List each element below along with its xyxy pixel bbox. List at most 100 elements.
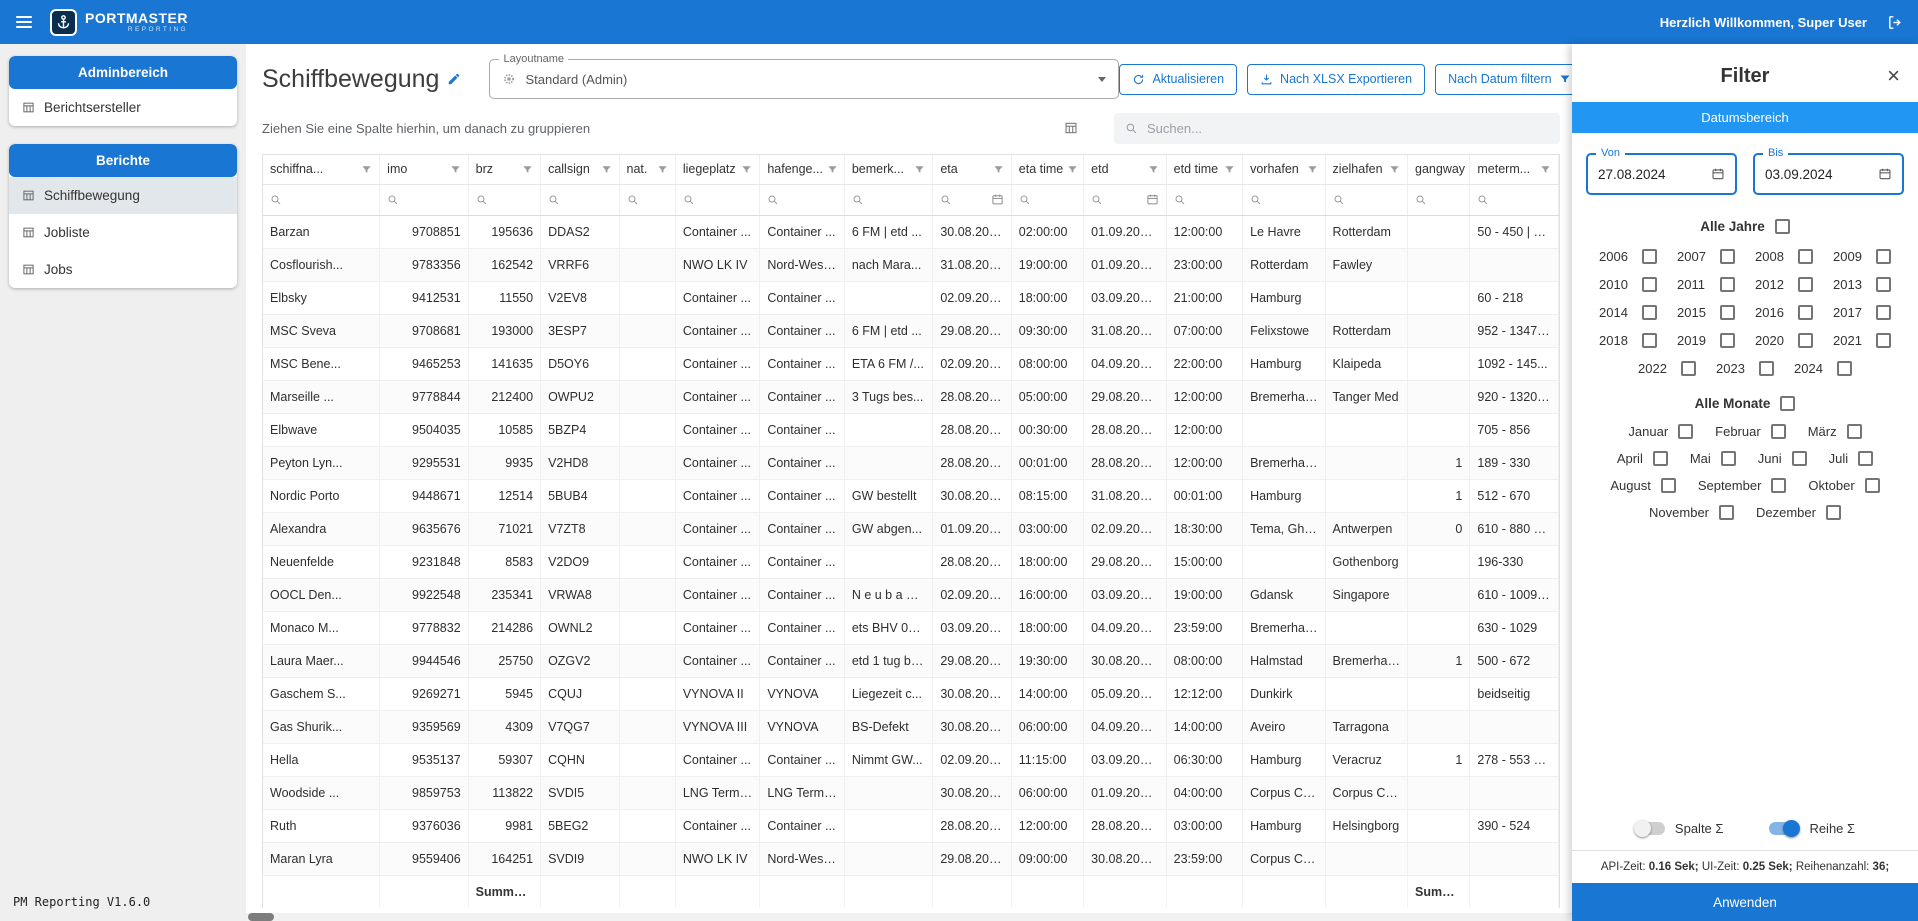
checkbox[interactable] — [1792, 451, 1807, 466]
table-row[interactable]: Marseille ...9778844212400OWPU2Container… — [263, 380, 1559, 413]
refresh-button[interactable]: Aktualisieren — [1119, 64, 1237, 95]
year-checkbox-2010[interactable]: 2010 — [1599, 277, 1657, 292]
checkbox[interactable] — [1771, 478, 1786, 493]
month-checkbox-april[interactable]: April — [1617, 451, 1668, 466]
checkbox[interactable] — [1642, 249, 1657, 264]
checkbox[interactable] — [1720, 249, 1735, 264]
search-icon[interactable] — [1091, 194, 1103, 206]
checkbox[interactable] — [1642, 333, 1657, 348]
month-checkbox-oktober[interactable]: Oktober — [1808, 478, 1879, 493]
scrollbar-thumb[interactable] — [248, 913, 274, 921]
column-header-imo[interactable]: imo — [380, 155, 469, 184]
month-checkbox-november[interactable]: November — [1649, 505, 1734, 520]
search-icon[interactable] — [683, 194, 695, 206]
year-checkbox-2011[interactable]: 2011 — [1677, 277, 1735, 292]
search-icon[interactable] — [1174, 194, 1186, 206]
table-row[interactable]: Barzan9708851195636DDAS2Container ...Con… — [263, 215, 1559, 248]
year-checkbox-2007[interactable]: 2007 — [1677, 249, 1735, 264]
year-checkbox-2008[interactable]: 2008 — [1755, 249, 1813, 264]
column-search-brz[interactable] — [468, 184, 540, 215]
column-header-eta[interactable]: eta — [933, 155, 1011, 184]
column-header-brz[interactable]: brz — [468, 155, 540, 184]
search-icon[interactable] — [1333, 194, 1345, 206]
table-row[interactable]: Cosflourish...9783356162542VRRF6NWO LK I… — [263, 248, 1559, 281]
column-filter-icon[interactable] — [1224, 164, 1235, 175]
table-row[interactable]: Hella953513759307CQHNContainer ...Contai… — [263, 743, 1559, 776]
apply-button[interactable]: Anwenden — [1572, 883, 1918, 921]
search-icon[interactable] — [627, 194, 639, 206]
column-filter-icon[interactable] — [1540, 164, 1551, 175]
search-icon[interactable] — [548, 194, 560, 206]
column-filter-icon[interactable] — [993, 164, 1004, 175]
year-checkbox-2012[interactable]: 2012 — [1755, 277, 1813, 292]
month-checkbox-februar[interactable]: Februar — [1715, 424, 1786, 439]
column-header-etd_time[interactable]: etd time — [1166, 155, 1242, 184]
checkbox[interactable] — [1876, 277, 1891, 292]
column-header-gangway[interactable]: gangway — [1408, 155, 1470, 184]
search-icon[interactable] — [476, 194, 488, 206]
checkbox[interactable] — [1642, 277, 1657, 292]
column-chooser-icon[interactable] — [1064, 121, 1078, 135]
search-icon[interactable] — [1250, 194, 1262, 206]
year-checkbox-2006[interactable]: 2006 — [1599, 249, 1657, 264]
close-icon[interactable]: × — [1887, 65, 1900, 87]
checkbox[interactable] — [1876, 305, 1891, 320]
table-row[interactable]: Laura Maer...994454625750OZGV2Container … — [263, 644, 1559, 677]
calendar-icon[interactable] — [1711, 167, 1725, 181]
column-filter-icon[interactable] — [914, 164, 925, 175]
table-row[interactable]: Monaco M...9778832214286OWNL2Container .… — [263, 611, 1559, 644]
column-search-imo[interactable] — [380, 184, 469, 215]
table-row[interactable]: Nordic Porto9448671125145BUB4Container .… — [263, 479, 1559, 512]
table-row[interactable]: Elbwave9504035105855BZP4Container ...Con… — [263, 413, 1559, 446]
table-row[interactable]: MSC Bene...9465253141635D5OY6Container .… — [263, 347, 1559, 380]
column-search-liegeplatz[interactable] — [675, 184, 759, 215]
month-checkbox-juli[interactable]: Juli — [1829, 451, 1874, 466]
all-months-checkbox[interactable]: Alle Monate — [1695, 396, 1796, 411]
month-checkbox-mai[interactable]: Mai — [1690, 451, 1736, 466]
checkbox[interactable] — [1798, 277, 1813, 292]
column-filter-icon[interactable] — [522, 164, 533, 175]
year-checkbox-2019[interactable]: 2019 — [1677, 333, 1735, 348]
checkbox[interactable] — [1720, 277, 1735, 292]
date-filter-button[interactable]: Nach Datum filtern — [1435, 64, 1584, 95]
year-checkbox-2015[interactable]: 2015 — [1677, 305, 1735, 320]
checkbox[interactable] — [1798, 333, 1813, 348]
checkbox[interactable] — [1681, 361, 1696, 376]
checkbox[interactable] — [1798, 249, 1813, 264]
checkbox[interactable] — [1876, 333, 1891, 348]
column-header-liegeplatz[interactable]: liegeplatz — [675, 155, 759, 184]
layout-select[interactable]: Layoutname Standard (Admin) — [489, 59, 1119, 99]
column-search-hafengebiet[interactable] — [760, 184, 844, 215]
column-search-etd_time[interactable] — [1166, 184, 1242, 215]
search-icon[interactable] — [270, 194, 282, 206]
checkbox[interactable] — [1876, 249, 1891, 264]
table-row[interactable]: Gaschem S...92692715945CQUJVYNOVA IIVYNO… — [263, 677, 1559, 710]
sidebar-item-jobs[interactable]: Jobs — [9, 251, 237, 288]
all-years-checkbox[interactable]: Alle Jahre — [1700, 219, 1790, 234]
column-filter-icon[interactable] — [741, 164, 752, 175]
search-icon[interactable] — [1477, 194, 1489, 206]
year-checkbox-2021[interactable]: 2021 — [1833, 333, 1891, 348]
year-checkbox-2020[interactable]: 2020 — [1755, 333, 1813, 348]
column-search-callsign[interactable] — [541, 184, 619, 215]
column-header-zielhafen[interactable]: zielhafen — [1325, 155, 1407, 184]
sidebar-item-berichtsersteller[interactable]: Berichtsersteller — [9, 89, 237, 126]
checkbox[interactable] — [1826, 505, 1841, 520]
column-search-bemerkung[interactable] — [844, 184, 933, 215]
checkbox[interactable] — [1837, 361, 1852, 376]
column-search-zielhafen[interactable] — [1325, 184, 1407, 215]
column-search-vorhafen[interactable] — [1243, 184, 1325, 215]
checkbox[interactable] — [1642, 305, 1657, 320]
column-header-hafengebiet[interactable]: hafenge... — [760, 155, 844, 184]
year-checkbox-2024[interactable]: 2024 — [1794, 361, 1852, 376]
table-row[interactable]: MSC Sveva97086811930003ESP7Container ...… — [263, 314, 1559, 347]
month-checkbox-september[interactable]: September — [1698, 478, 1787, 493]
column-search-eta[interactable] — [933, 184, 1011, 215]
column-filter-icon[interactable] — [657, 164, 668, 175]
year-checkbox-2016[interactable]: 2016 — [1755, 305, 1813, 320]
column-filter-icon[interactable] — [1307, 164, 1318, 175]
checkbox[interactable] — [1780, 396, 1795, 411]
year-checkbox-2009[interactable]: 2009 — [1833, 249, 1891, 264]
year-checkbox-2013[interactable]: 2013 — [1833, 277, 1891, 292]
column-search-eta_time[interactable] — [1011, 184, 1083, 215]
